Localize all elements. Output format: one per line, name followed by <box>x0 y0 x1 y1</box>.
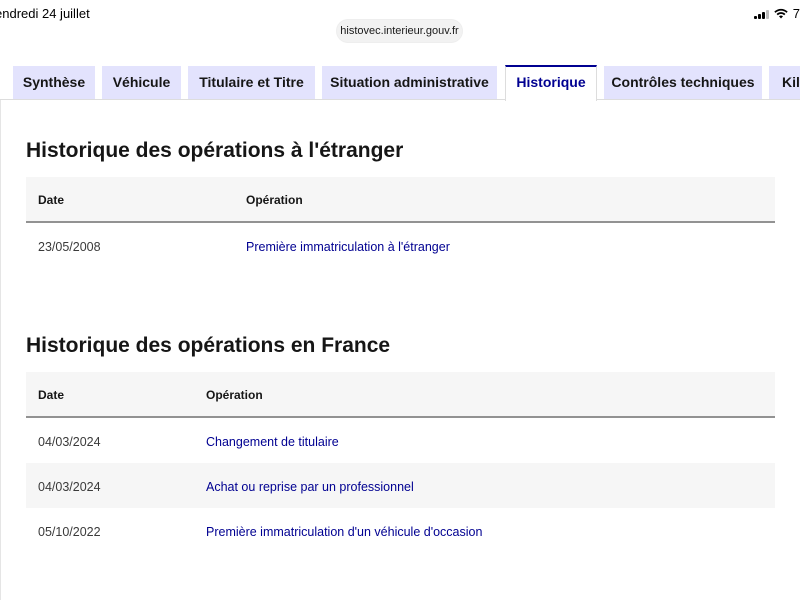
section-title-france: Historique des opérations en France <box>26 334 391 357</box>
tab-synthese[interactable]: Synthèse <box>13 66 95 99</box>
row-operation: Première immatriculation d'un véhicule d… <box>206 525 483 539</box>
column-header-date: Date <box>38 193 65 207</box>
status-date: endredi 24 juillet <box>0 6 90 21</box>
table-row: 04/03/2024 Changement de titulaire <box>26 418 775 463</box>
row-date: 04/03/2024 <box>38 480 101 494</box>
table-header: Date Opération <box>26 177 775 223</box>
tab-titulaire-et-titre[interactable]: Titulaire et Titre <box>188 66 315 99</box>
column-header-date: Date <box>38 388 65 402</box>
cellular-signal-icon <box>753 9 769 19</box>
wifi-icon <box>774 8 788 19</box>
column-header-operation: Opération <box>246 193 303 207</box>
row-date: 04/03/2024 <box>38 435 101 449</box>
table-row: 23/05/2008 Première immatriculation à l'… <box>26 223 775 268</box>
row-operation: Première immatriculation à l'étranger <box>246 240 450 254</box>
tab-bar: Synthèse Véhicule Titulaire et Titre Sit… <box>0 65 800 101</box>
row-date: 05/10/2022 <box>38 525 101 539</box>
foreign-operations-table: Date Opération 23/05/2008 Première immat… <box>26 177 775 268</box>
row-date: 23/05/2008 <box>38 240 101 254</box>
section-title-foreign: Historique des opérations à l'étranger <box>26 139 404 162</box>
status-icons: 7 <box>753 6 800 21</box>
table-row: 05/10/2022 Première immatriculation d'un… <box>26 508 775 553</box>
column-header-operation: Opération <box>206 388 263 402</box>
tab-situation-administrative[interactable]: Situation administrative <box>322 66 497 99</box>
address-bar[interactable]: histovec.interieur.gouv.fr <box>337 20 462 42</box>
battery-percentage: 7 <box>792 6 800 21</box>
tab-historique[interactable]: Historique <box>505 65 597 101</box>
table-header: Date Opération <box>26 372 775 418</box>
france-operations-table: Date Opération 04/03/2024 Changement de … <box>26 372 775 553</box>
row-operation: Changement de titulaire <box>206 435 339 449</box>
tab-controles-techniques[interactable]: Contrôles techniques <box>604 66 762 99</box>
tab-vehicule[interactable]: Véhicule <box>102 66 181 99</box>
row-operation: Achat ou reprise par un professionnel <box>206 480 414 494</box>
table-row: 04/03/2024 Achat ou reprise par un profe… <box>26 463 775 508</box>
tab-kilometrage[interactable]: Kilo <box>769 66 800 99</box>
